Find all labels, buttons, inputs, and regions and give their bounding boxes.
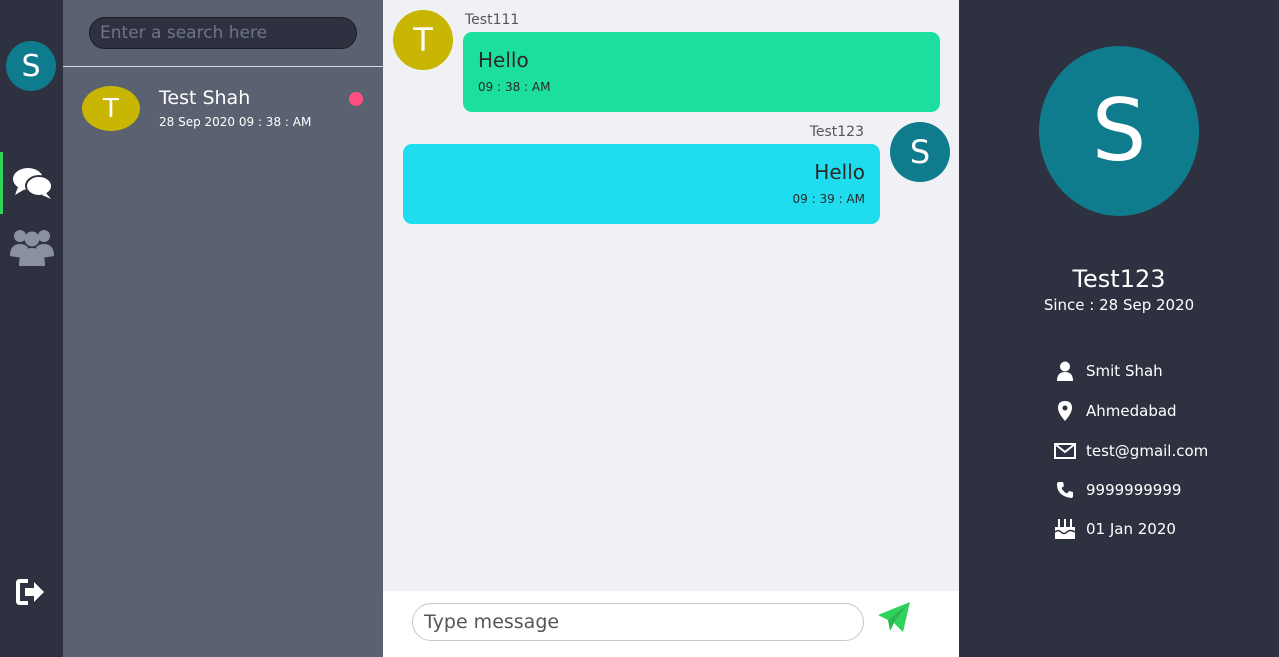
profile-email: test@gmail.com — [1086, 442, 1209, 460]
send-button[interactable] — [877, 601, 911, 635]
message-time: 09 : 38 : AM — [478, 80, 551, 94]
contact-last-time: 28 Sep 2020 09 : 38 : AM — [159, 115, 312, 129]
outgoing-sender-name: Test123 — [809, 124, 864, 140]
incoming-sender-avatar: T — [393, 10, 453, 70]
map-pin-icon — [1054, 400, 1076, 422]
users-group-icon — [9, 230, 54, 266]
divider — [63, 66, 383, 67]
profile-location-row: Ahmedabad — [1054, 400, 1274, 426]
logout-icon — [16, 579, 44, 605]
profile-avatar: S — [1039, 46, 1199, 216]
contact-avatar: T — [82, 86, 140, 131]
incoming-sender-name: Test111 — [465, 12, 520, 28]
groups-nav-button[interactable] — [0, 215, 63, 277]
chats-nav-button[interactable] — [0, 152, 63, 214]
profile-location: Ahmedabad — [1086, 402, 1177, 420]
message-input[interactable] — [412, 603, 864, 641]
incoming-message-bubble: Hello 09 : 38 : AM — [463, 32, 940, 112]
profile-birthday-row: 01 Jan 2020 — [1054, 518, 1274, 544]
profile-email-row: test@gmail.com — [1054, 440, 1274, 466]
send-paper-plane-icon — [878, 602, 910, 632]
outgoing-sender-avatar: S — [890, 122, 950, 182]
search-input[interactable] — [89, 17, 357, 49]
birthday-cake-icon — [1054, 518, 1076, 540]
profile-panel: S Test123 Since : 28 Sep 2020 Smit Shah … — [959, 0, 1279, 657]
contacts-panel: T Test Shah 28 Sep 2020 09 : 38 : AM — [63, 0, 383, 657]
chat-bubbles-icon — [13, 168, 53, 199]
message-composer — [383, 591, 959, 657]
phone-icon — [1054, 479, 1076, 501]
profile-fullname: Smit Shah — [1086, 362, 1163, 380]
profile-since: Since : 28 Sep 2020 — [1043, 296, 1195, 314]
message-time: 09 : 39 : AM — [792, 192, 865, 206]
logout-button[interactable] — [16, 578, 46, 606]
message-text: Hello — [478, 48, 529, 72]
profile-username: Test123 — [1072, 265, 1166, 293]
unread-dot-badge — [349, 92, 363, 106]
profile-phone: 9999999999 — [1086, 481, 1182, 499]
envelope-icon — [1054, 440, 1076, 462]
profile-fullname-row: Smit Shah — [1054, 360, 1274, 386]
my-avatar[interactable]: S — [6, 41, 56, 91]
chat-panel: T Test111 Hello 09 : 38 : AM Test123 S H… — [383, 0, 959, 657]
outgoing-message-bubble: Hello 09 : 39 : AM — [403, 144, 880, 224]
user-icon — [1054, 360, 1076, 382]
contact-name: Test Shah — [159, 87, 251, 109]
nav-rail: S — [0, 0, 63, 657]
profile-phone-row: 9999999999 — [1054, 479, 1274, 505]
contact-list-item[interactable]: T Test Shah 28 Sep 2020 09 : 38 : AM — [63, 76, 383, 146]
message-text: Hello — [814, 160, 865, 184]
profile-birthday: 01 Jan 2020 — [1086, 520, 1176, 538]
